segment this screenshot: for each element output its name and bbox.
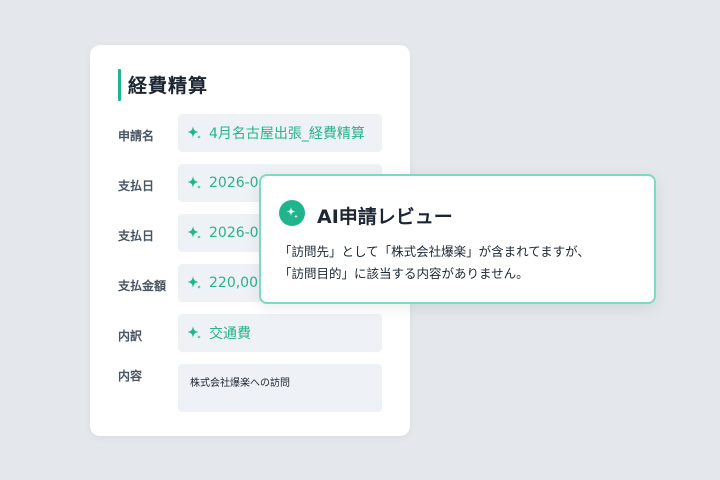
application-name-label: 申請名 [118, 129, 155, 143]
breakdown-value: 交通費 [209, 326, 251, 342]
payment-date-label: 支払日 [118, 179, 155, 193]
sparkle-icon [187, 276, 201, 289]
ai-review-popup: AI申請レビュー 「訪問先」として「株式会社爆楽」が含まれてますが、 「訪問目的… [259, 174, 656, 304]
application-name-field[interactable]: 4月名古屋出張_経費精算 [178, 114, 382, 152]
breakdown-field[interactable]: 交通費 [178, 314, 382, 352]
review-message-line-1: 「訪問先」として「株式会社爆楽」が含まれてますが、 [279, 244, 590, 259]
details-value: 株式会社爆楽への訪問 [190, 378, 290, 389]
review-message: 「訪問先」として「株式会社爆楽」が含まれてますが、 「訪問目的」に該当する内容が… [279, 241, 649, 285]
breakdown-label: 内訳 [118, 329, 143, 343]
ai-sparkle-icon [279, 200, 305, 226]
payment-date-label-2: 支払日 [118, 229, 155, 243]
review-message-line-2: 「訪問目的」に該当する内容がありません。 [279, 266, 529, 281]
application-name-value: 4月名古屋出張_経費精算 [209, 126, 365, 142]
sparkle-icon [187, 126, 201, 139]
page-title: 経費精算 [128, 75, 209, 97]
title-accent-bar [118, 69, 121, 101]
payment-amount-label: 支払金額 [118, 279, 167, 293]
sparkle-icon [187, 326, 201, 339]
review-title: AI申請レビュー [317, 206, 453, 228]
details-textarea[interactable]: 株式会社爆楽への訪問 [178, 364, 382, 412]
details-label: 内容 [118, 369, 143, 383]
sparkle-icon [187, 176, 201, 189]
sparkle-icon [187, 226, 201, 239]
